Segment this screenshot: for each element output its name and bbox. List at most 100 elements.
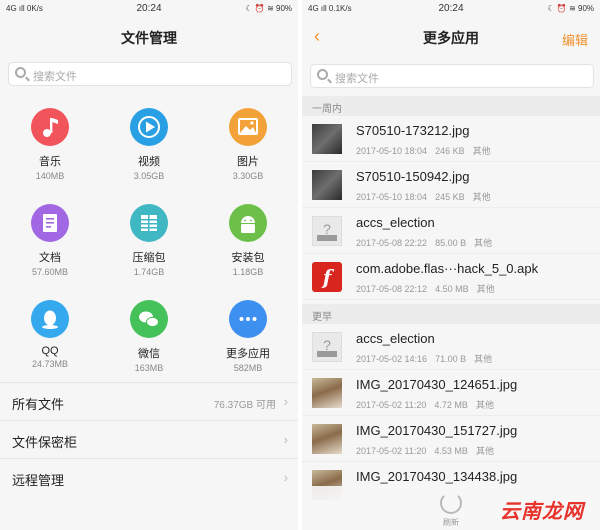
file-name: IMG_20170430_124651.jpg	[356, 377, 518, 392]
file-size: 4.72 MB	[434, 400, 468, 410]
file-name: accs_election	[356, 331, 435, 346]
music-note-icon	[31, 108, 69, 146]
more-dots-icon	[229, 300, 267, 338]
category-documents[interactable]: 文档 57.60MB	[0, 204, 100, 277]
category-name: 更多应用	[226, 348, 270, 360]
storage-available: 76.37GB 可用	[213, 400, 276, 411]
chevron-right-icon: ›	[283, 470, 288, 485]
unknown-glyph: ?	[323, 337, 331, 353]
pull-refresh-bar: 刷新 云南龙网	[302, 486, 600, 530]
page-title: 更多应用	[423, 30, 479, 46]
play-icon	[130, 108, 168, 146]
unknown-file-icon: ?	[312, 216, 342, 246]
title-bar: 文件管理	[0, 18, 298, 56]
menu-list: 所有文件 76.37GB 可用 › 文件保密柜 › 远程管理 ›	[0, 382, 298, 496]
more-apps-panel: 4G ıll 0.1K/s 20:24 ☾ ⏰ ≋ 90% ‹ 更多应用 编辑 …	[302, 0, 600, 530]
category-name: 图片	[237, 156, 259, 168]
file-name: S70510-150942.jpg	[356, 169, 470, 184]
file-tag: 其他	[474, 238, 493, 248]
category-size: 24.73MB	[31, 359, 69, 369]
file-date: 2017-05-08 22:22	[356, 238, 428, 248]
file-size: 4.50 MB	[435, 284, 469, 294]
file-tag: 其他	[474, 354, 493, 364]
watermark-logo: 云南龙网	[500, 501, 584, 523]
file-tag: 其他	[476, 284, 495, 294]
row-label: 远程管理	[12, 473, 65, 488]
file-row[interactable]: f com.adobe.flas···hack_5_0.apk 2017-05-…	[302, 254, 600, 300]
file-size: 246 KB	[435, 146, 465, 156]
category-size: 3.05GB	[133, 171, 165, 181]
row-remote-management[interactable]: 远程管理 ›	[0, 458, 298, 496]
image-icon	[229, 108, 267, 146]
row-all-files[interactable]: 所有文件 76.37GB 可用 ›	[0, 382, 298, 420]
unknown-file-icon: ?	[312, 332, 342, 362]
archive-icon	[130, 204, 168, 242]
category-size: 57.60MB	[31, 267, 69, 277]
file-date: 2017-05-02 11:20	[356, 400, 427, 410]
row-label: 所有文件	[12, 397, 65, 412]
category-size: 582MB	[233, 363, 263, 373]
unknown-glyph: ?	[323, 221, 331, 237]
section-header-earlier: 更早	[302, 304, 600, 324]
row-file-safe[interactable]: 文件保密柜 ›	[0, 420, 298, 458]
category-name: 微信	[138, 348, 160, 360]
photo-thumbnail	[312, 378, 342, 408]
file-name: com.adobe.flas···hack_5_0.apk	[356, 261, 539, 276]
file-size: 4.53 MB	[434, 446, 468, 456]
file-meta: 2017-05-02 11:20 4.72 MB 其他	[356, 398, 502, 411]
category-video[interactable]: 视频 3.05GB	[99, 108, 199, 181]
flash-glyph: f	[322, 265, 332, 289]
file-meta: 2017-05-08 22:12 4.50 MB 其他	[356, 282, 503, 295]
file-meta: 2017-05-02 14:16 71.00 B 其他	[356, 352, 500, 365]
photo-thumbnail	[312, 170, 342, 200]
file-row[interactable]: S70510-173212.jpg 2017-05-10 18:04 246 KB…	[302, 116, 600, 162]
file-date: 2017-05-10 18:04	[356, 192, 428, 202]
file-size: 245 KB	[435, 192, 465, 202]
refresh-label: 刷新	[443, 518, 459, 527]
row-label: 文件保密柜	[12, 435, 78, 450]
status-icons: ☾ ⏰ ≋ 90%	[547, 4, 594, 13]
file-tag: 其他	[475, 400, 494, 410]
search-input[interactable]: 搜索文件	[8, 62, 292, 86]
category-size: 1.74GB	[133, 267, 165, 277]
category-name: 压缩包	[132, 252, 166, 264]
file-row[interactable]: IMG_20170430_124651.jpg 2017-05-02 11:20…	[302, 370, 600, 416]
search-icon	[15, 67, 26, 78]
category-size: 163MB	[134, 363, 164, 373]
section-header-this-week: 一周内	[302, 96, 600, 116]
file-tag: 其他	[472, 146, 491, 156]
file-date: 2017-05-02 11:20	[356, 446, 427, 456]
file-meta: 2017-05-10 18:04 246 KB 其他	[356, 144, 499, 157]
search-placeholder: 搜索文件	[33, 71, 77, 83]
category-images[interactable]: 图片 3.30GB	[198, 108, 298, 181]
file-row[interactable]: S70510-150942.jpg 2017-05-10 18:04 245 KB…	[302, 162, 600, 208]
file-size: 85.00 B	[435, 238, 467, 248]
category-archives[interactable]: 压缩包 1.74GB	[99, 204, 199, 277]
file-name: IMG_20170430_134438.jpg	[356, 469, 518, 484]
category-apk[interactable]: 安装包 1.18GB	[198, 204, 298, 277]
category-more-apps[interactable]: 更多应用 582MB	[198, 300, 298, 373]
search-input[interactable]: 搜索文件	[310, 64, 594, 88]
category-size: 3.30GB	[232, 171, 264, 181]
file-row[interactable]: ? accs_election 2017-05-02 14:16 71.00 B 其…	[302, 324, 600, 370]
refresh-icon[interactable]	[440, 492, 462, 514]
file-row[interactable]: IMG_20170430_151727.jpg 2017-05-02 11:20…	[302, 416, 600, 462]
file-meta: 2017-05-10 18:04 245 KB 其他	[356, 190, 499, 203]
file-meta: 2017-05-08 22:22 85.00 B 其他	[356, 236, 500, 249]
category-name: 文档	[39, 252, 61, 264]
flash-app-icon: f	[312, 262, 342, 292]
file-meta: 2017-05-02 11:20 4.53 MB 其他	[356, 444, 502, 457]
category-size: 1.18GB	[232, 267, 264, 277]
search-placeholder: 搜索文件	[335, 73, 379, 85]
category-music[interactable]: 音乐 140MB	[0, 108, 100, 181]
status-bar: 4G ıll 0K/s 20:24 ☾ ⏰ ≋ 90%	[0, 0, 298, 18]
edit-button[interactable]: 编辑	[562, 30, 588, 49]
status-bar: 4G ıll 0.1K/s 20:24 ☾ ⏰ ≋ 90%	[302, 0, 600, 18]
category-qq[interactable]: QQ 24.73MB	[0, 300, 100, 369]
category-wechat[interactable]: 微信 163MB	[99, 300, 199, 373]
photo-thumbnail	[312, 424, 342, 454]
file-row[interactable]: ? accs_election 2017-05-08 22:22 85.00 B 其…	[302, 208, 600, 254]
file-name: S70510-173212.jpg	[356, 123, 470, 138]
page-title: 文件管理	[121, 30, 177, 46]
android-icon	[229, 204, 267, 242]
